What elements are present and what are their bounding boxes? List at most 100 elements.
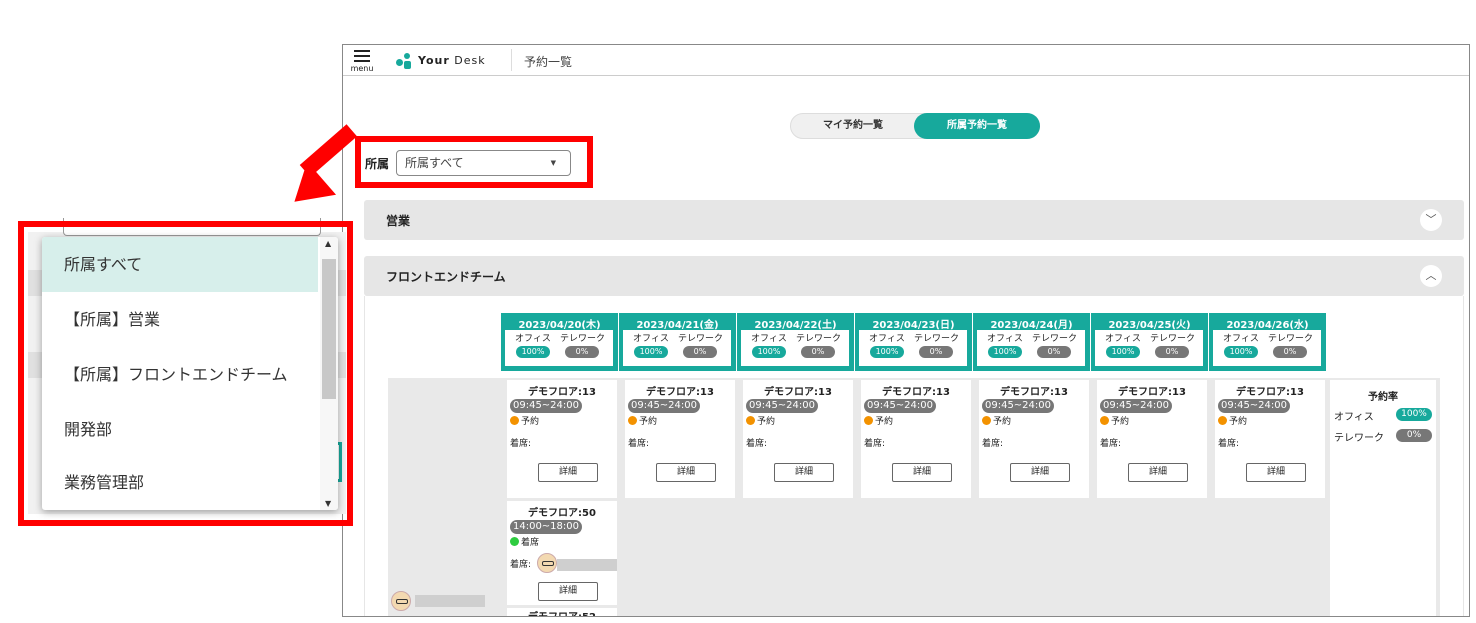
date-column: 2023/04/23(日) オフィス テレワーク 100% 0% [855,313,973,371]
time-badge: 09:45~24:00 [510,399,582,413]
telework-rate-badge: 0% [919,346,953,358]
detail-button[interactable]: 詳細 [1128,463,1188,482]
section-frontend-header[interactable]: フロントエンドチーム ︿ [364,256,1464,296]
seat-label: 着席: [864,439,886,449]
yourdesk-logo-icon [396,53,412,69]
telework-rate-badge: 0% [565,346,599,358]
reservation-cell: デモフロア:13 09:45~24:00 予約 着席: 詳細 [743,380,853,498]
date-column: 2023/04/20(木) オフィス テレワーク 100% 0% [501,313,619,371]
office-label: オフィス [869,334,905,344]
office-rate-badge: 100% [634,346,668,358]
seat-label: 着席: [628,439,650,449]
highlight-dropdown [18,221,353,526]
telework-label: テレワーク [914,334,960,344]
date-label: 2023/04/25(火) [1108,320,1191,331]
time-badge: 09:45~24:00 [628,399,700,413]
date-column: 2023/04/22(土) オフィス テレワーク 100% 0% [737,313,855,371]
chevron-up-icon[interactable]: ︿ [1420,265,1442,287]
status-dot-icon [982,416,991,425]
time-badge: 14:00~18:00 [510,520,582,534]
menu-button[interactable]: menu [348,48,376,74]
seat-label: 着席: [982,439,1004,449]
status-indicator: 予約 [628,414,657,427]
tab-affiliation-reservations[interactable]: 所属予約一覧 [914,113,1040,139]
tab-my-reservations[interactable]: マイ予約一覧 [791,114,915,138]
office-rate-badge: 100% [1224,346,1258,358]
status-indicator: 予約 [746,414,775,427]
seat-label: 着席: [1218,439,1240,449]
time-badge: 09:45~24:00 [1218,399,1290,413]
redacted-name [415,595,485,607]
telework-label: テレワーク [796,334,842,344]
status-indicator: 予約 [982,414,1011,427]
office-rate-badge: 100% [870,346,904,358]
page-title: 予約一覧 [524,55,573,69]
rate-title: 予約率 [1368,392,1398,403]
date-label: 2023/04/24(月) [990,320,1073,331]
telework-rate-badge: 0% [683,346,717,358]
callout-arrow-head [279,161,337,219]
detail-button[interactable]: 詳細 [1246,463,1306,482]
section-sales-header[interactable]: 営業 ﹀ [364,200,1464,240]
telework-label: テレワーク [560,334,606,344]
seat-label: 着席: [746,439,768,449]
date-label: 2023/04/22(土) [754,320,837,331]
floor-label: デモフロア:13 [1000,387,1068,398]
date-column: 2023/04/26(水) オフィス テレワーク 100% 0% [1209,313,1327,371]
telework-label: テレワーク [1268,334,1314,344]
time-badge: 09:45~24:00 [982,399,1054,413]
office-label: オフィス [633,334,669,344]
floor-label: デモフロア:13 [1236,387,1304,398]
floor-label: デモフロア:13 [764,387,832,398]
status-indicator: 予約 [510,414,539,427]
office-rate-badge: 100% [988,346,1022,358]
telework-label: テレワーク [1032,334,1078,344]
detail-button[interactable]: 詳細 [892,463,952,482]
office-rate-badge: 100% [1396,408,1432,421]
telework-rate-badge: 0% [1037,346,1071,358]
detail-button[interactable]: 詳細 [1010,463,1070,482]
office-label: オフィス [1105,334,1141,344]
status-dot-icon [510,537,519,546]
reservation-cell: デモフロア:13 09:45~24:00 予約 着席: 詳細 [979,380,1089,498]
section-sales-title: 営業 [386,214,411,228]
top-bar: menu Your Desk 予約一覧 [343,45,1469,76]
status-dot-icon [1218,416,1227,425]
date-label: 2023/04/23(日) [872,320,955,331]
app-window: menu Your Desk 予約一覧 マイ予約一覧 所属予約一覧 所属 所属す… [342,44,1470,617]
reservation-cell: デモフロア:52 [507,608,617,616]
office-label: オフィス [987,334,1023,344]
reservation-cell: デモフロア:13 09:45~24:00 予約 着席: 詳細 [861,380,971,498]
office-rate-badge: 100% [1106,346,1140,358]
telework-label: テレワーク [678,334,724,344]
view-toggle: マイ予約一覧 所属予約一覧 [790,113,1040,139]
office-label: オフィス [1334,412,1374,423]
hamburger-icon [354,50,370,65]
reservation-cell: デモフロア:13 09:45~24:00 予約 着席: 詳細 [625,380,735,498]
floor-label: デモフロア:50 [528,508,596,519]
status-dot-icon [510,416,519,425]
topbar-divider [511,49,512,71]
status-indicator: 予約 [864,414,893,427]
redacted-name [557,559,617,571]
office-label: オフィス [515,334,551,344]
office-label: オフィス [751,334,787,344]
telework-rate-badge: 0% [1155,346,1189,358]
detail-button[interactable]: 詳細 [774,463,834,482]
status-dot-icon [864,416,873,425]
avatar [537,553,557,573]
highlight-affiliation-select [355,136,593,188]
date-label: 2023/04/26(水) [1226,320,1309,331]
office-label: オフィス [1223,334,1259,344]
status-dot-icon [1100,416,1109,425]
detail-button[interactable]: 詳細 [538,463,598,482]
detail-button[interactable]: 詳細 [656,463,716,482]
chevron-down-icon[interactable]: ﹀ [1420,209,1442,231]
avatar [391,591,411,611]
seat-label: 着席: [1100,439,1122,449]
reservation-cell: デモフロア:13 09:45~24:00 予約 着席: 詳細 [507,380,617,498]
detail-button[interactable]: 詳細 [538,582,598,601]
menu-label: menu [350,64,374,73]
telework-rate-badge: 0% [1396,429,1432,442]
status-dot-icon [628,416,637,425]
